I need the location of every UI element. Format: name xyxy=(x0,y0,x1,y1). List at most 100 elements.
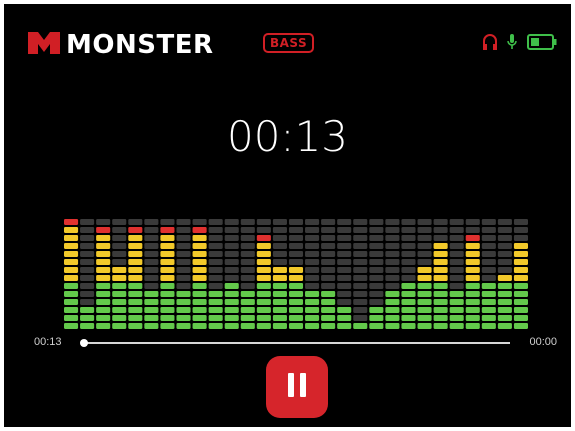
equalizer-cell-off xyxy=(337,235,352,241)
equalizer-cell-lit xyxy=(160,283,175,289)
equalizer-cell-off xyxy=(80,227,95,233)
equalizer-cell-off xyxy=(321,267,336,273)
equalizer-cell-off xyxy=(449,243,464,249)
equalizer-column xyxy=(64,219,79,329)
equalizer-cell-lit xyxy=(513,323,528,329)
equalizer-cell-off xyxy=(449,267,464,273)
equalizer-cell-off xyxy=(353,291,368,297)
equalizer-cell-off xyxy=(385,267,400,273)
equalizer-cell-lit xyxy=(192,259,207,265)
equalizer-cell-off xyxy=(305,283,320,289)
equalizer-cell-lit xyxy=(176,291,191,297)
equalizer-cell-lit xyxy=(160,243,175,249)
battery-icon xyxy=(527,34,557,55)
equalizer-cell-lit xyxy=(192,323,207,329)
equalizer-cell-lit xyxy=(305,307,320,313)
equalizer-cell-off xyxy=(385,243,400,249)
equalizer-cell-lit xyxy=(208,291,223,297)
equalizer-cell-lit xyxy=(96,251,111,257)
equalizer-cell-lit xyxy=(417,307,432,313)
equalizer-cell-off xyxy=(272,227,287,233)
equalizer-cell-lit xyxy=(288,283,304,289)
equalizer-cell-off xyxy=(176,259,191,265)
equalizer-cell-lit xyxy=(401,299,416,305)
equalizer-cell-off xyxy=(144,267,159,273)
equalizer-cell-lit xyxy=(256,291,271,297)
equalizer-cell-lit xyxy=(160,315,175,321)
equalizer-cell-off xyxy=(513,227,528,233)
equalizer-cell-lit xyxy=(385,323,400,329)
equalizer-cell-off xyxy=(80,251,95,257)
equalizer-column xyxy=(128,219,143,329)
equalizer-cell-off xyxy=(385,235,400,241)
equalizer-cell-off xyxy=(96,219,111,225)
equalizer-cell-off xyxy=(305,243,320,249)
equalizer-cell-lit xyxy=(465,315,480,321)
equalizer-cell-lit xyxy=(112,291,127,297)
equalizer-cell-lit xyxy=(224,323,239,329)
equalizer-cell-lit xyxy=(272,275,287,281)
equalizer-cell-off xyxy=(433,219,448,225)
equalizer-cell-lit xyxy=(417,283,432,289)
equalizer-cell-lit xyxy=(481,299,496,305)
equalizer-cell-lit xyxy=(513,251,528,257)
equalizer-cell-off xyxy=(353,267,368,273)
equalizer-cell-lit xyxy=(80,323,95,329)
equalizer-cell-lit xyxy=(160,235,175,241)
equalizer-cell-lit xyxy=(256,307,271,313)
equalizer-cell-lit xyxy=(64,291,79,297)
equalizer-cell-off xyxy=(433,235,448,241)
equalizer-cell-off xyxy=(369,291,384,297)
equalizer-cell-off xyxy=(481,243,496,249)
equalizer-cell-off xyxy=(321,259,336,265)
equalizer-grid xyxy=(64,219,528,329)
equalizer-cell-off xyxy=(112,243,127,249)
equalizer-cell-off xyxy=(80,267,95,273)
progress-handle[interactable] xyxy=(80,339,88,347)
equalizer-cell-off xyxy=(224,235,239,241)
equalizer-cell-off xyxy=(417,243,432,249)
equalizer-cell-off xyxy=(80,283,95,289)
equalizer-cell-off xyxy=(385,259,400,265)
equalizer-cell-off xyxy=(497,259,512,265)
equalizer-cell-off xyxy=(417,259,432,265)
equalizer-cell-off xyxy=(112,219,127,225)
equalizer-cell-off xyxy=(353,299,368,305)
equalizer-cell-off xyxy=(401,243,416,249)
equalizer-cell-lit xyxy=(481,323,496,329)
equalizer-cell-lit xyxy=(160,251,175,257)
equalizer-cell-off xyxy=(80,243,95,249)
equalizer-column xyxy=(96,219,111,329)
equalizer-cell-lit xyxy=(64,227,79,233)
equalizer-cell-lit xyxy=(497,275,512,281)
pause-button[interactable] xyxy=(266,356,328,418)
equalizer-cell-off xyxy=(481,219,496,225)
equalizer-cell-lit xyxy=(449,299,464,305)
equalizer-cell-lit xyxy=(417,267,432,273)
equalizer-cell-lit xyxy=(256,235,271,241)
equalizer-cell-lit xyxy=(192,283,207,289)
equalizer-cell-lit xyxy=(128,251,143,257)
equalizer-cell-lit xyxy=(128,235,143,241)
equalizer-cell-lit xyxy=(224,299,239,305)
equalizer-cell-off xyxy=(176,227,191,233)
equalizer-cell-lit xyxy=(449,323,464,329)
equalizer-cell-lit xyxy=(128,299,143,305)
equalizer-cell-off xyxy=(224,227,239,233)
equalizer-cell-off xyxy=(305,275,320,281)
equalizer-cell-off xyxy=(240,219,255,225)
equalizer-cell-lit xyxy=(208,323,223,329)
equalizer-cell-off xyxy=(337,227,352,233)
equalizer-cell-off xyxy=(449,275,464,281)
progress-bar[interactable] xyxy=(80,339,510,347)
equalizer-cell-lit xyxy=(321,291,336,297)
equalizer-cell-off xyxy=(401,219,416,225)
equalizer-cell-lit xyxy=(465,299,480,305)
equalizer-cell-lit xyxy=(481,307,496,313)
equalizer-cell-lit xyxy=(433,283,448,289)
equalizer-cell-off xyxy=(481,251,496,257)
equalizer-cell-lit xyxy=(513,291,528,297)
equalizer-cell-lit xyxy=(433,323,448,329)
equalizer-cell-lit xyxy=(288,267,304,273)
equalizer-cell-lit xyxy=(240,315,255,321)
